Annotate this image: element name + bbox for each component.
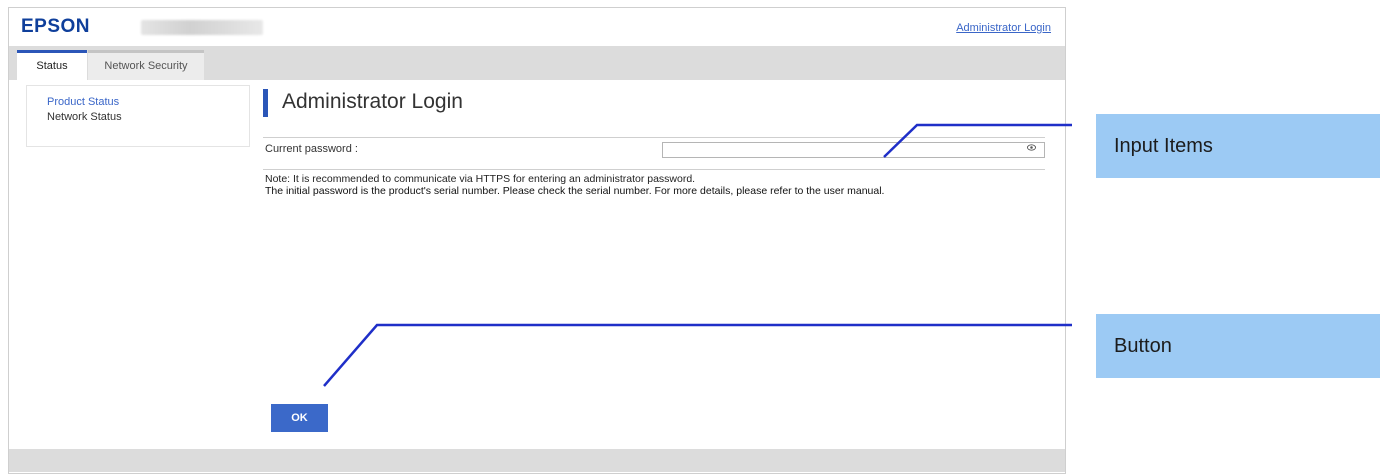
ok-button[interactable]: OK [271,404,328,432]
callout-input-items: Input Items [1096,114,1380,178]
browser-window: EPSON Administrator Login Status Network… [8,7,1066,474]
sidebar: Product Status Network Status [26,85,250,147]
administrator-login-link[interactable]: Administrator Login [956,22,1051,34]
sidebar-item-network-status[interactable]: Network Status [47,111,122,123]
note-text: Note: It is recommended to communicate v… [265,173,1055,197]
epson-logo: EPSON [21,16,91,37]
tab-status[interactable]: Status [17,50,87,80]
page-title: Administrator Login [282,90,463,113]
tab-bar: Status Network Security [9,46,1065,80]
footer-bar [9,449,1065,472]
eye-icon[interactable] [1027,143,1036,156]
current-password-label: Current password : [265,143,358,155]
title-accent-bar [263,89,268,117]
note-line-initial-password: The initial password is the product's se… [265,185,885,197]
note-line-https: Note: It is recommended to communicate v… [265,173,696,185]
header: EPSON Administrator Login [9,8,1065,46]
eye-icon-glyph [1027,144,1036,151]
tab-network-security[interactable]: Network Security [88,50,204,80]
model-name-redacted [141,20,263,35]
divider [263,169,1045,170]
sidebar-item-product-status[interactable]: Product Status [47,96,119,108]
current-password-input[interactable] [662,142,1045,158]
divider [263,137,1045,138]
callout-button: Button [1096,314,1380,378]
